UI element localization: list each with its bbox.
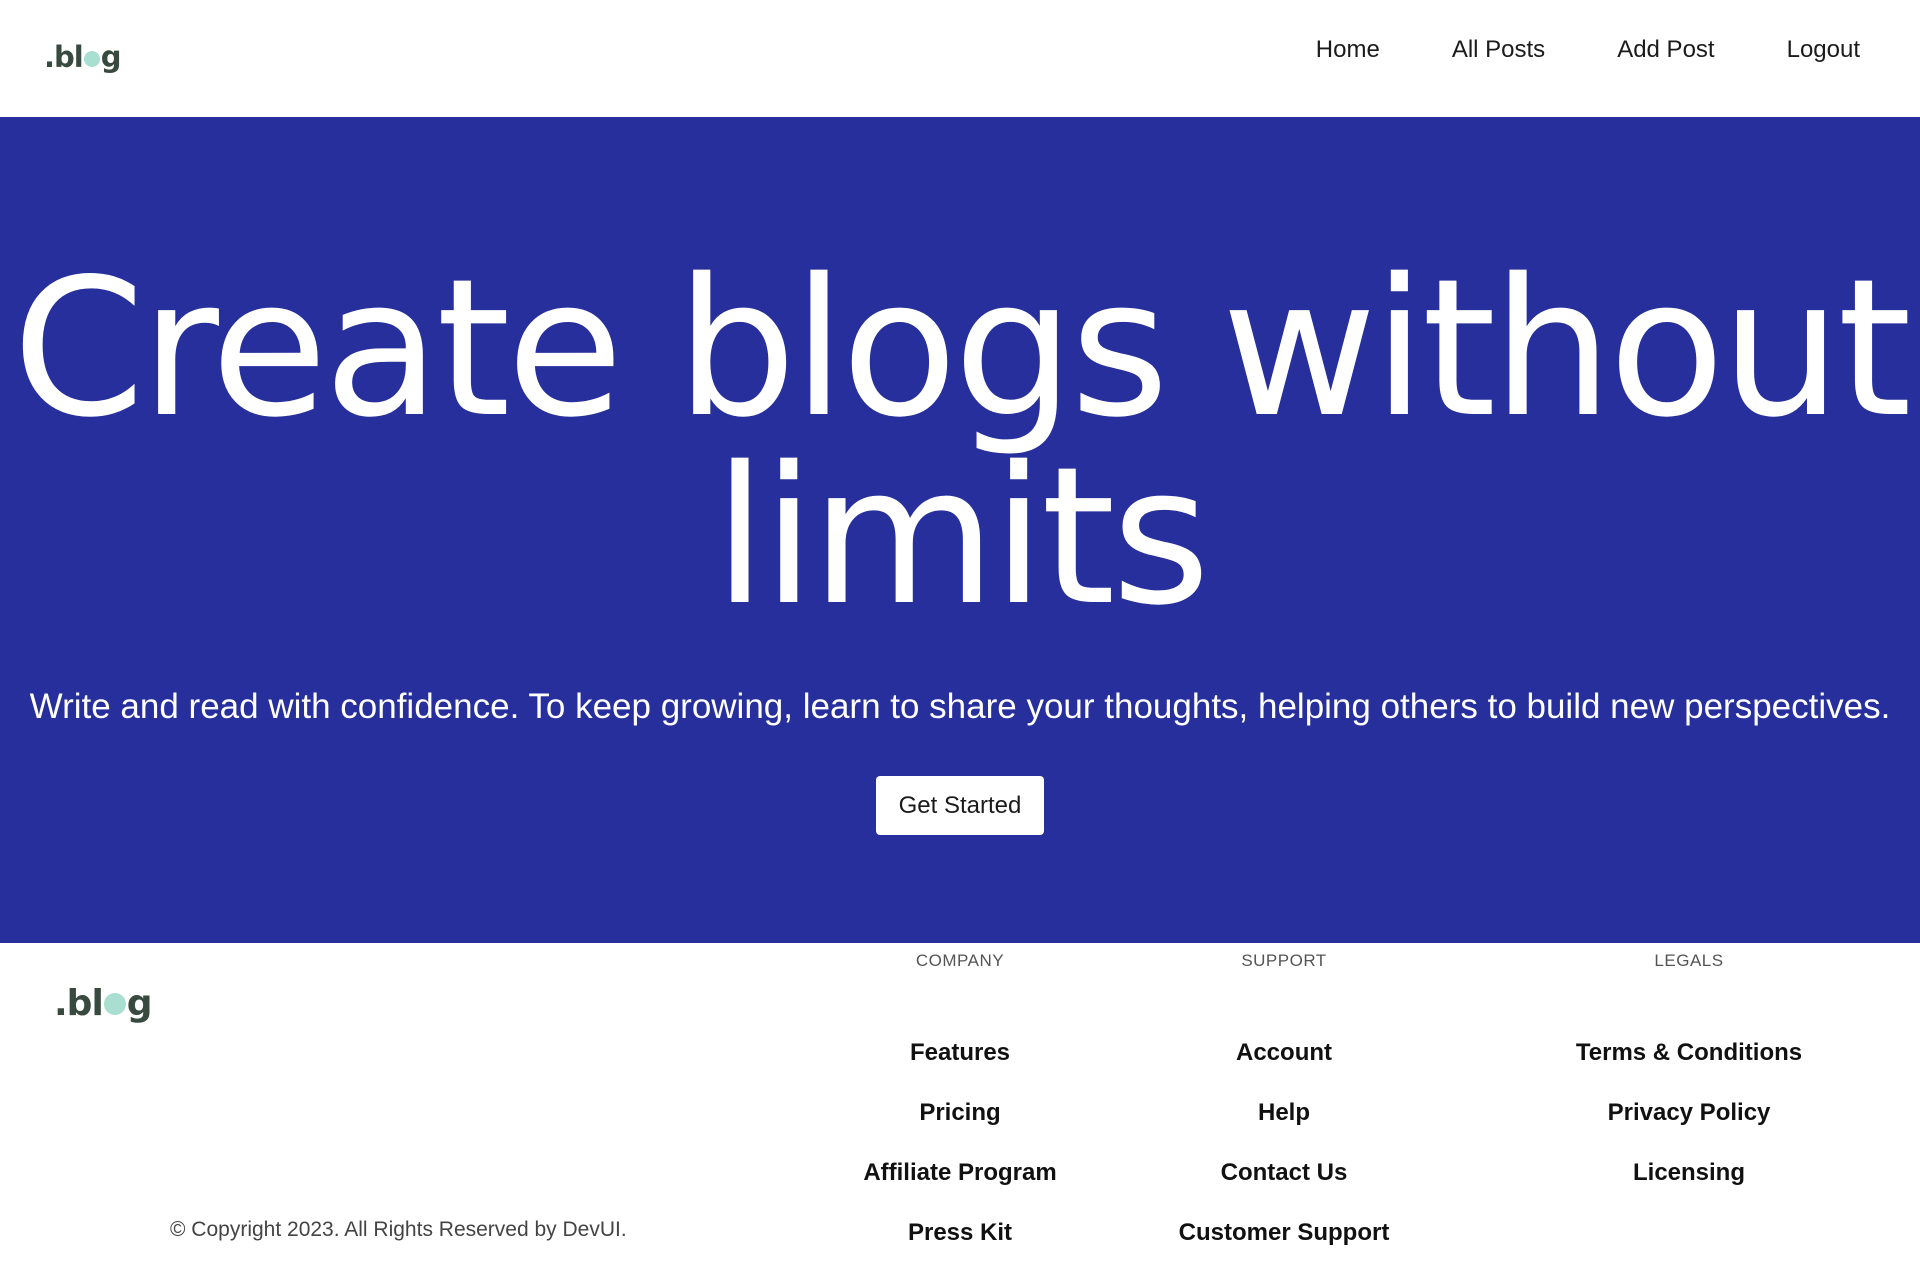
hero-section: Create blogs without limits Write and re… bbox=[0, 117, 1920, 943]
logo-text-start: .bl bbox=[44, 40, 84, 74]
footer-link-licensing[interactable]: Licensing bbox=[1519, 1143, 1859, 1203]
column-heading: SUPPORT bbox=[1241, 951, 1327, 970]
logo-dot-icon bbox=[103, 993, 126, 1015]
footer-link-features[interactable]: Features bbox=[790, 1023, 1130, 1083]
footer-column-company: COMPANY Features Pricing Affiliate Progr… bbox=[790, 951, 1130, 1263]
nav-links: Home All Posts Add Post Logout bbox=[1316, 0, 1920, 100]
footer-column-support: SUPPORT Account Help Contact Us Customer… bbox=[1114, 951, 1454, 1263]
navbar: .bl g Home All Posts Add Post Logout bbox=[0, 0, 1920, 117]
nav-link-logout[interactable]: Logout bbox=[1787, 36, 1860, 64]
copyright-text: © Copyright 2023. All Rights Reserved by… bbox=[170, 1218, 627, 1241]
hero-subtitle: Write and read with confidence. To keep … bbox=[29, 687, 1891, 726]
footer-link-terms[interactable]: Terms & Conditions bbox=[1519, 1023, 1859, 1083]
nav-link-add-post[interactable]: Add Post bbox=[1617, 36, 1714, 64]
footer-link-privacy-policy[interactable]: Privacy Policy bbox=[1519, 1083, 1859, 1143]
column-heading: COMPANY bbox=[915, 951, 1005, 970]
footer-link-help[interactable]: Help bbox=[1114, 1083, 1454, 1143]
nav-link-all-posts[interactable]: All Posts bbox=[1452, 36, 1545, 64]
logo-dot-icon bbox=[83, 51, 100, 67]
footer-link-account[interactable]: Account bbox=[1114, 1023, 1454, 1083]
footer-link-customer-support[interactable]: Customer Support bbox=[1114, 1203, 1454, 1263]
nav-link-home[interactable]: Home bbox=[1316, 36, 1380, 64]
logo-text-end: g bbox=[126, 983, 153, 1024]
logo-text-end: g bbox=[100, 40, 122, 74]
footer-column-legals: LEGALS Terms & Conditions Privacy Policy… bbox=[1519, 951, 1859, 1203]
logo-text-start: .bl bbox=[54, 983, 104, 1024]
footer-link-pricing[interactable]: Pricing bbox=[790, 1083, 1130, 1143]
footer-link-press-kit[interactable]: Press Kit bbox=[790, 1203, 1130, 1263]
column-heading: LEGALS bbox=[1654, 951, 1724, 970]
hero-title: Create blogs without limits bbox=[12, 238, 1912, 647]
get-started-button[interactable]: Get Started bbox=[876, 776, 1044, 835]
footer-logo[interactable]: .bl g bbox=[54, 983, 153, 1024]
footer-link-contact-us[interactable]: Contact Us bbox=[1114, 1143, 1454, 1203]
site-logo[interactable]: .bl g bbox=[44, 40, 122, 74]
footer: .bl g COMPANY Features Pricing Affiliate … bbox=[0, 943, 1920, 1249]
footer-link-affiliate-program[interactable]: Affiliate Program bbox=[790, 1143, 1130, 1203]
